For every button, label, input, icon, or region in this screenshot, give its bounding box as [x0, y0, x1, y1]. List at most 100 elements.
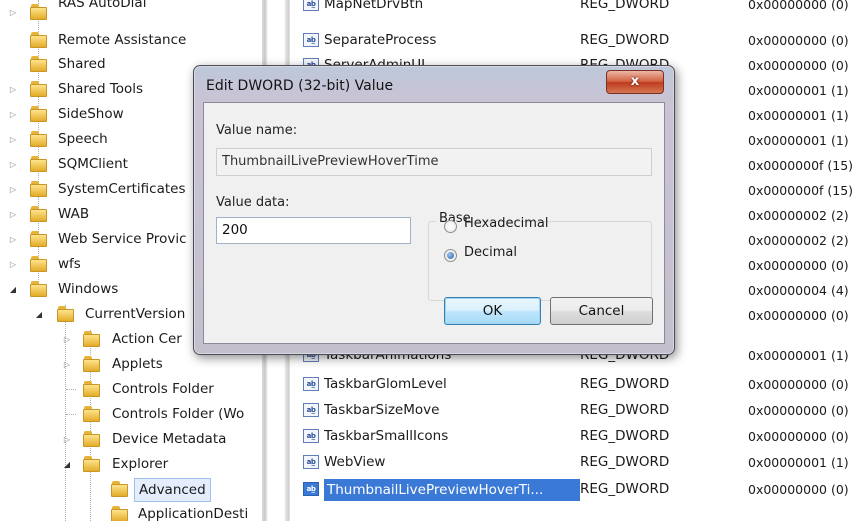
reg-dword-icon: ab̲: [303, 482, 319, 496]
ok-button[interactable]: OK: [444, 297, 541, 325]
expand-arrow-icon[interactable]: ▷: [8, 77, 18, 102]
value-data: 0x00000000 (0): [748, 482, 849, 497]
tree-item-label: Web Service Provic: [58, 231, 187, 247]
expand-arrow-icon[interactable]: ▷: [8, 0, 18, 25]
value-data: 0x0000000f (15): [748, 158, 854, 173]
cancel-button[interactable]: Cancel: [550, 297, 653, 325]
value-data: 0x00000000 (0): [748, 58, 849, 73]
value-data: 0x00000000 (0): [748, 33, 849, 48]
folder-icon: [30, 4, 47, 20]
value-type: REG_DWORD: [580, 402, 670, 418]
value-row[interactable]: ab̲ WebView REG_DWORD 0x00000001 (1): [290, 450, 865, 475]
expand-arrow-icon[interactable]: ▷: [8, 127, 18, 152]
decimal-label[interactable]: Decimal: [464, 245, 517, 260]
collapse-arrow-icon[interactable]: ◢: [62, 452, 72, 477]
expand-arrow-icon[interactable]: ▷: [8, 152, 18, 177]
value-row[interactable]: ab̲ TaskbarSizeMove REG_DWORD 0x00000000…: [290, 398, 865, 423]
folder-icon: [30, 206, 47, 222]
value-type: REG_DWORD: [580, 0, 670, 12]
expand-arrow-icon[interactable]: ▷: [8, 227, 18, 252]
collapse-arrow-icon[interactable]: ◢: [34, 302, 44, 327]
value-row[interactable]: ab̲ TaskbarGlomLevel REG_DWORD 0x0000000…: [290, 372, 865, 397]
tree-item-label: Device Metadata: [112, 431, 227, 447]
tree-item-label: Action Cer: [112, 331, 182, 347]
expand-arrow-icon[interactable]: ▷: [8, 177, 18, 202]
tree-item-label: Applets: [112, 356, 163, 372]
dialog-body: Value name: ThumbnailLivePreviewHoverTim…: [203, 102, 665, 344]
tree-item-label: Explorer: [112, 456, 169, 472]
decimal-radio[interactable]: [444, 249, 457, 262]
reg-dword-icon: ab̲: [303, 429, 319, 443]
value-data: 0x00000000 (0): [748, 377, 849, 392]
value-data: 0x00000000 (0): [748, 258, 849, 273]
tree-item-label: SideShow: [58, 106, 124, 122]
value-name: MapNetDrvBtn: [324, 0, 424, 12]
folder-icon: [30, 56, 47, 72]
value-row[interactable]: ab̲ MapNetDrvBtn REG_DWORD 0x00000000 (0…: [290, 0, 865, 17]
edit-dword-dialog[interactable]: Edit DWORD (32-bit) Value x Value name: …: [193, 65, 675, 355]
hexadecimal-radio[interactable]: [444, 220, 457, 233]
close-button[interactable]: x: [606, 70, 664, 94]
value-row[interactable]: ab̲ SeparateProcess REG_DWORD 0x00000000…: [290, 28, 865, 53]
folder-open-icon: [57, 306, 74, 322]
expand-arrow-icon[interactable]: ▷: [62, 427, 72, 452]
tree-item-label: RAS AutoDial: [58, 0, 147, 11]
folder-icon: [30, 131, 47, 147]
folder-icon: [30, 156, 47, 172]
folder-icon: [30, 32, 47, 48]
reg-dword-icon: ab̲: [303, 0, 319, 11]
folder-icon: [83, 431, 100, 447]
tree-item-label: wfs: [58, 256, 81, 272]
tree-item-label: WAB: [58, 206, 90, 222]
folder-icon: [83, 331, 100, 347]
folder-open-icon: [83, 456, 100, 472]
value-data-input[interactable]: 200: [216, 217, 411, 244]
folder-icon: [83, 406, 100, 422]
folder-icon: [30, 81, 47, 97]
expand-arrow-icon[interactable]: ▷: [62, 327, 72, 352]
reg-dword-icon: ab̲: [303, 455, 319, 469]
value-type: REG_DWORD: [580, 454, 670, 470]
expand-arrow-icon[interactable]: ▷: [8, 252, 18, 277]
folder-open-icon: [111, 481, 128, 497]
tree-item-label: Shared Tools: [58, 81, 144, 97]
value-data: 0x00000001 (1): [748, 455, 849, 470]
base-groupbox: [428, 221, 652, 301]
tree-item-label: Shared: [58, 56, 106, 72]
value-row[interactable]: ab̲ TaskbarSmallIcons REG_DWORD 0x000000…: [290, 424, 865, 449]
tree-item-label: Controls Folder: [112, 381, 214, 397]
tree-item-label: ApplicationDesti: [138, 506, 249, 521]
close-icon: x: [630, 74, 640, 89]
dialog-title: Edit DWORD (32-bit) Value: [206, 78, 394, 94]
value-type: REG_DWORD: [580, 428, 670, 444]
value-data: 0x00000001 (1): [748, 348, 849, 363]
folder-icon: [30, 106, 47, 122]
value-data: 0x00000000 (0): [748, 429, 849, 444]
value-name-field[interactable]: ThumbnailLivePreviewHoverTime: [216, 148, 652, 176]
collapse-arrow-icon[interactable]: ◢: [8, 277, 18, 302]
folder-icon: [30, 181, 47, 197]
folder-icon: [30, 231, 47, 247]
value-data: 0x00000004 (4): [748, 283, 849, 298]
reg-dword-icon: ab̲: [303, 33, 319, 47]
value-name: ThumbnailLivePreviewHoverTi...: [324, 479, 580, 501]
tree-guide-line: [66, 414, 76, 415]
expand-arrow-icon[interactable]: ▷: [62, 352, 72, 377]
tree-item-label: Speech: [58, 131, 108, 147]
value-row-selected[interactable]: ab̲ ThumbnailLivePreviewHoverTi... REG_D…: [290, 477, 865, 502]
hexadecimal-label[interactable]: Hexadecimal: [464, 216, 548, 231]
expand-arrow-icon[interactable]: ▷: [8, 102, 18, 127]
folder-icon: [83, 381, 100, 397]
folder-icon: [30, 256, 47, 272]
value-data: 0x00000000 (0): [748, 0, 849, 12]
value-name-label: Value name:: [216, 123, 298, 138]
value-name: SeparateProcess: [324, 32, 437, 48]
folder-icon: [83, 356, 100, 372]
value-name: TaskbarGlomLevel: [324, 376, 447, 392]
reg-dword-icon: ab̲: [303, 377, 319, 391]
value-name: TaskbarSizeMove: [324, 402, 440, 418]
expand-arrow-icon[interactable]: ▷: [8, 202, 18, 227]
value-data: 0x00000000 (0): [748, 403, 849, 418]
tree-item-label: Controls Folder (Wo: [112, 406, 245, 422]
value-data: 0x00000001 (1): [748, 108, 849, 123]
